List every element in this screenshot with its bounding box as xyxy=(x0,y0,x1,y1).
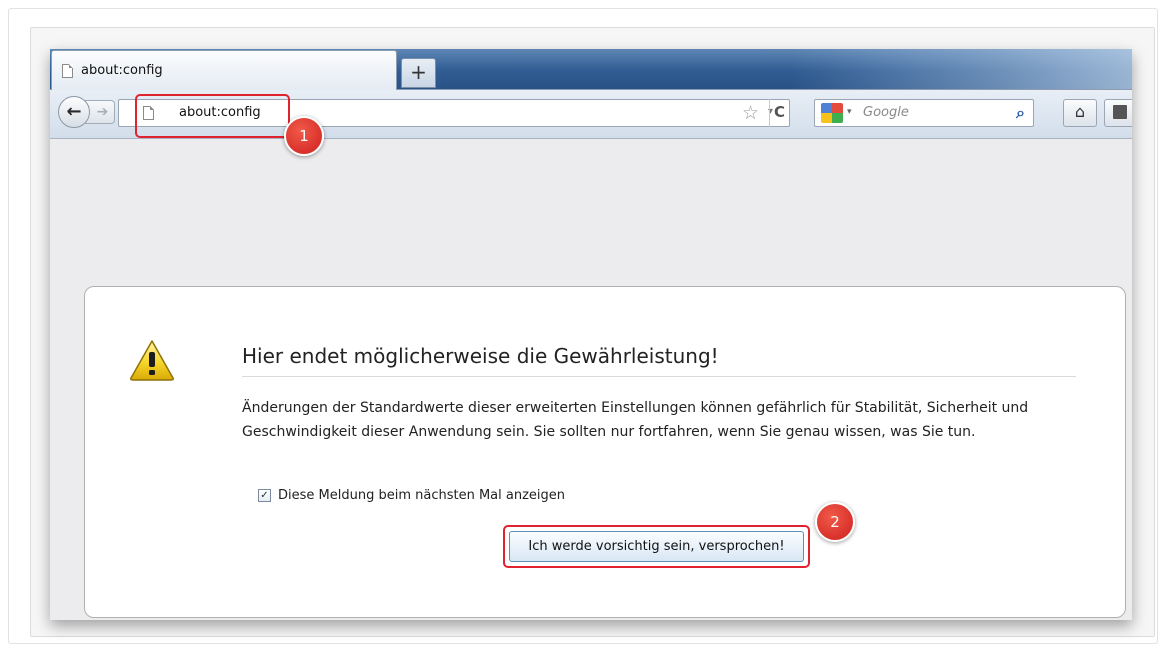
tab-label: about:config xyxy=(81,63,163,78)
show-warning-checkbox-row[interactable]: ✓ Diese Meldung beim nächsten Mal anzeig… xyxy=(258,488,565,503)
search-engine-dropdown-icon[interactable]: ▾ xyxy=(847,107,852,117)
warning-title: Hier endet möglicherweise die Gewährleis… xyxy=(242,342,1076,377)
search-placeholder: Google xyxy=(863,105,909,120)
new-tab-button[interactable]: + xyxy=(401,58,436,88)
show-warning-checkbox-label[interactable]: Diese Meldung beim nächsten Mal anzeigen xyxy=(278,488,565,503)
search-icon[interactable]: ⌕ xyxy=(1016,103,1025,123)
highlight-accept-button xyxy=(503,525,810,568)
warning-message: Änderungen der Standardwerte dieser erwe… xyxy=(242,400,1029,440)
google-icon[interactable] xyxy=(821,103,843,123)
checkmark-icon: ✓ xyxy=(260,490,269,501)
highlight-url-bar xyxy=(135,94,290,138)
tab-about-config[interactable]: about:config xyxy=(51,50,397,90)
badge-step-1: 1 xyxy=(284,116,324,156)
back-button[interactable]: ← xyxy=(58,96,90,128)
home-icon: ⌂ xyxy=(1074,102,1086,121)
star-icon[interactable]: ☆ xyxy=(742,102,759,124)
show-warning-checkbox[interactable]: ✓ xyxy=(258,489,271,502)
reload-icon: C xyxy=(773,103,785,121)
warning-icon xyxy=(130,340,174,381)
reload-button[interactable]: C xyxy=(769,99,789,127)
search-bar[interactable]: ▾ Google ⌕ xyxy=(814,99,1034,127)
forward-arrow-icon: ➔ xyxy=(96,104,109,120)
badge-step-2: 2 xyxy=(815,502,855,542)
page-icon xyxy=(62,63,73,78)
bookmarks-button[interactable] xyxy=(1104,99,1132,127)
back-arrow-icon: ← xyxy=(66,101,82,122)
warning-box xyxy=(84,286,1126,618)
home-button[interactable]: ⌂ xyxy=(1063,99,1097,127)
